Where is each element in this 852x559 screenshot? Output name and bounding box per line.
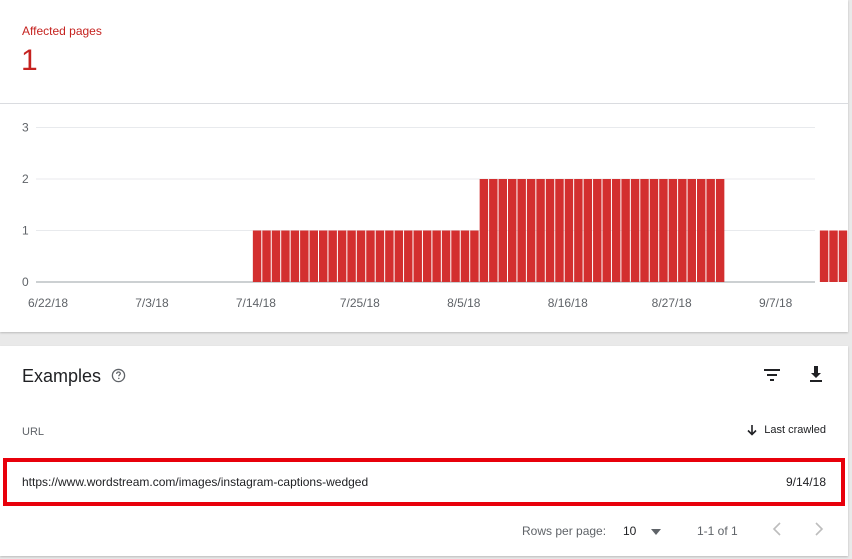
pagination-footer: Rows per page: 10 1-1 of 1 <box>0 518 848 546</box>
chart-bar[interactable] <box>526 179 536 282</box>
chart-bar[interactable] <box>366 230 375 283</box>
chart-bar[interactable] <box>460 230 470 283</box>
chart-bar[interactable] <box>252 230 262 283</box>
chart-bar[interactable] <box>630 179 640 282</box>
chart-bar[interactable] <box>309 230 318 283</box>
chevron-right-icon[interactable] <box>812 521 826 537</box>
chart-bar[interactable] <box>593 179 602 282</box>
chart-bar[interactable] <box>489 179 498 282</box>
chart-bar[interactable] <box>262 230 271 283</box>
chart-bar[interactable] <box>640 179 649 282</box>
affected-pages-count: 1 <box>21 44 38 77</box>
x-tick-label: 9/7/18 <box>759 296 793 310</box>
chart-bar[interactable] <box>508 179 517 282</box>
chart-bar[interactable] <box>337 230 347 283</box>
chart-bar[interactable] <box>422 230 432 283</box>
chart-bar[interactable] <box>819 230 829 283</box>
chart-bar[interactable] <box>290 230 300 283</box>
chart-bar[interactable] <box>479 179 489 282</box>
chart-bar[interactable] <box>706 179 715 282</box>
pagination-range: 1-1 of 1 <box>697 524 738 538</box>
table-row[interactable]: https://www.wordstream.com/images/instag… <box>3 458 845 506</box>
chart-bar[interactable] <box>413 230 422 283</box>
chart-bar[interactable] <box>328 230 337 283</box>
x-tick-label: 8/27/18 <box>652 296 692 310</box>
y-tick-label: 0 <box>22 275 29 289</box>
chart-bar[interactable] <box>611 179 621 282</box>
chart-bar[interactable] <box>715 179 725 282</box>
chart-bar[interactable] <box>356 230 366 283</box>
dropdown-arrow-icon[interactable] <box>650 528 662 536</box>
chart-bar[interactable] <box>659 179 668 282</box>
chart-bar[interactable] <box>271 230 281 283</box>
filter-icon[interactable] <box>762 365 782 385</box>
chart-bar[interactable] <box>678 179 687 282</box>
last-crawled-label: Last crawled <box>764 424 826 436</box>
chart-bar[interactable] <box>300 230 309 283</box>
rows-per-page-label: Rows per page: <box>522 524 607 538</box>
row-last-crawled: 9/14/18 <box>785 475 826 489</box>
arrow-down-icon <box>747 425 757 436</box>
chevron-left-icon[interactable] <box>770 521 784 537</box>
chart-bar[interactable] <box>574 179 583 282</box>
chart-bar[interactable] <box>687 179 696 282</box>
x-tick-label: 8/5/18 <box>447 296 481 310</box>
chart-bar[interactable] <box>545 179 555 282</box>
column-header-url: URL <box>22 426 45 438</box>
chart-bar[interactable] <box>319 230 328 283</box>
chart-bar[interactable] <box>394 230 404 283</box>
x-tick-label: 7/25/18 <box>340 296 380 310</box>
chart-bar[interactable] <box>838 230 848 283</box>
x-tick-label: 8/16/18 <box>548 296 588 310</box>
x-tick-label: 7/14/18 <box>236 296 276 310</box>
chart-bar[interactable] <box>697 179 706 282</box>
chart-bar[interactable] <box>498 179 507 282</box>
affected-pages-card: Affected pages 1 0 1 2 3 6/22/18 7/3/18 7/14/1… <box>0 0 848 332</box>
y-tick-label: 1 <box>22 224 29 238</box>
chart-bar[interactable] <box>441 230 451 283</box>
chart-bar[interactable] <box>829 230 838 283</box>
examples-card: Examples URL Last crawled https://www.wo… <box>0 346 848 556</box>
chart-bar[interactable] <box>470 230 479 283</box>
chart-bar[interactable] <box>432 230 441 283</box>
x-tick-label: 6/22/18 <box>28 296 68 310</box>
chart-bar[interactable] <box>404 230 413 283</box>
y-tick-label: 3 <box>22 121 29 135</box>
chart-bar[interactable] <box>602 179 611 282</box>
chart-bar[interactable] <box>375 230 385 283</box>
examples-title: Examples <box>22 366 102 386</box>
chart-bar[interactable] <box>555 179 564 282</box>
chart-bar[interactable] <box>347 230 356 283</box>
chart-bar[interactable] <box>517 179 526 282</box>
chart-bar[interactable] <box>668 179 678 282</box>
chart-bar[interactable] <box>385 230 394 283</box>
chart-bar[interactable] <box>621 179 630 282</box>
row-url[interactable]: https://www.wordstream.com/images/instag… <box>22 475 368 489</box>
x-tick-label: 7/3/18 <box>135 296 169 310</box>
chart-bar[interactable] <box>451 230 460 283</box>
chart-bar[interactable] <box>649 179 659 282</box>
chart-bar[interactable] <box>583 179 593 282</box>
download-icon[interactable] <box>806 364 826 384</box>
chart-bar[interactable] <box>281 230 290 283</box>
column-header-last-crawled[interactable]: Last crawled <box>746 424 826 436</box>
rows-per-page-value[interactable]: 10 <box>623 524 636 538</box>
y-tick-label: 2 <box>22 172 29 186</box>
affected-pages-label: Affected pages <box>22 24 102 38</box>
help-circle-icon[interactable] <box>111 368 126 383</box>
chart-bar[interactable] <box>536 179 545 282</box>
chart-bar[interactable] <box>564 179 574 282</box>
affected-pages-chart: 0 1 2 3 6/22/18 7/3/18 7/14/18 7/25/18 8/5/18 8/1… <box>22 121 848 310</box>
